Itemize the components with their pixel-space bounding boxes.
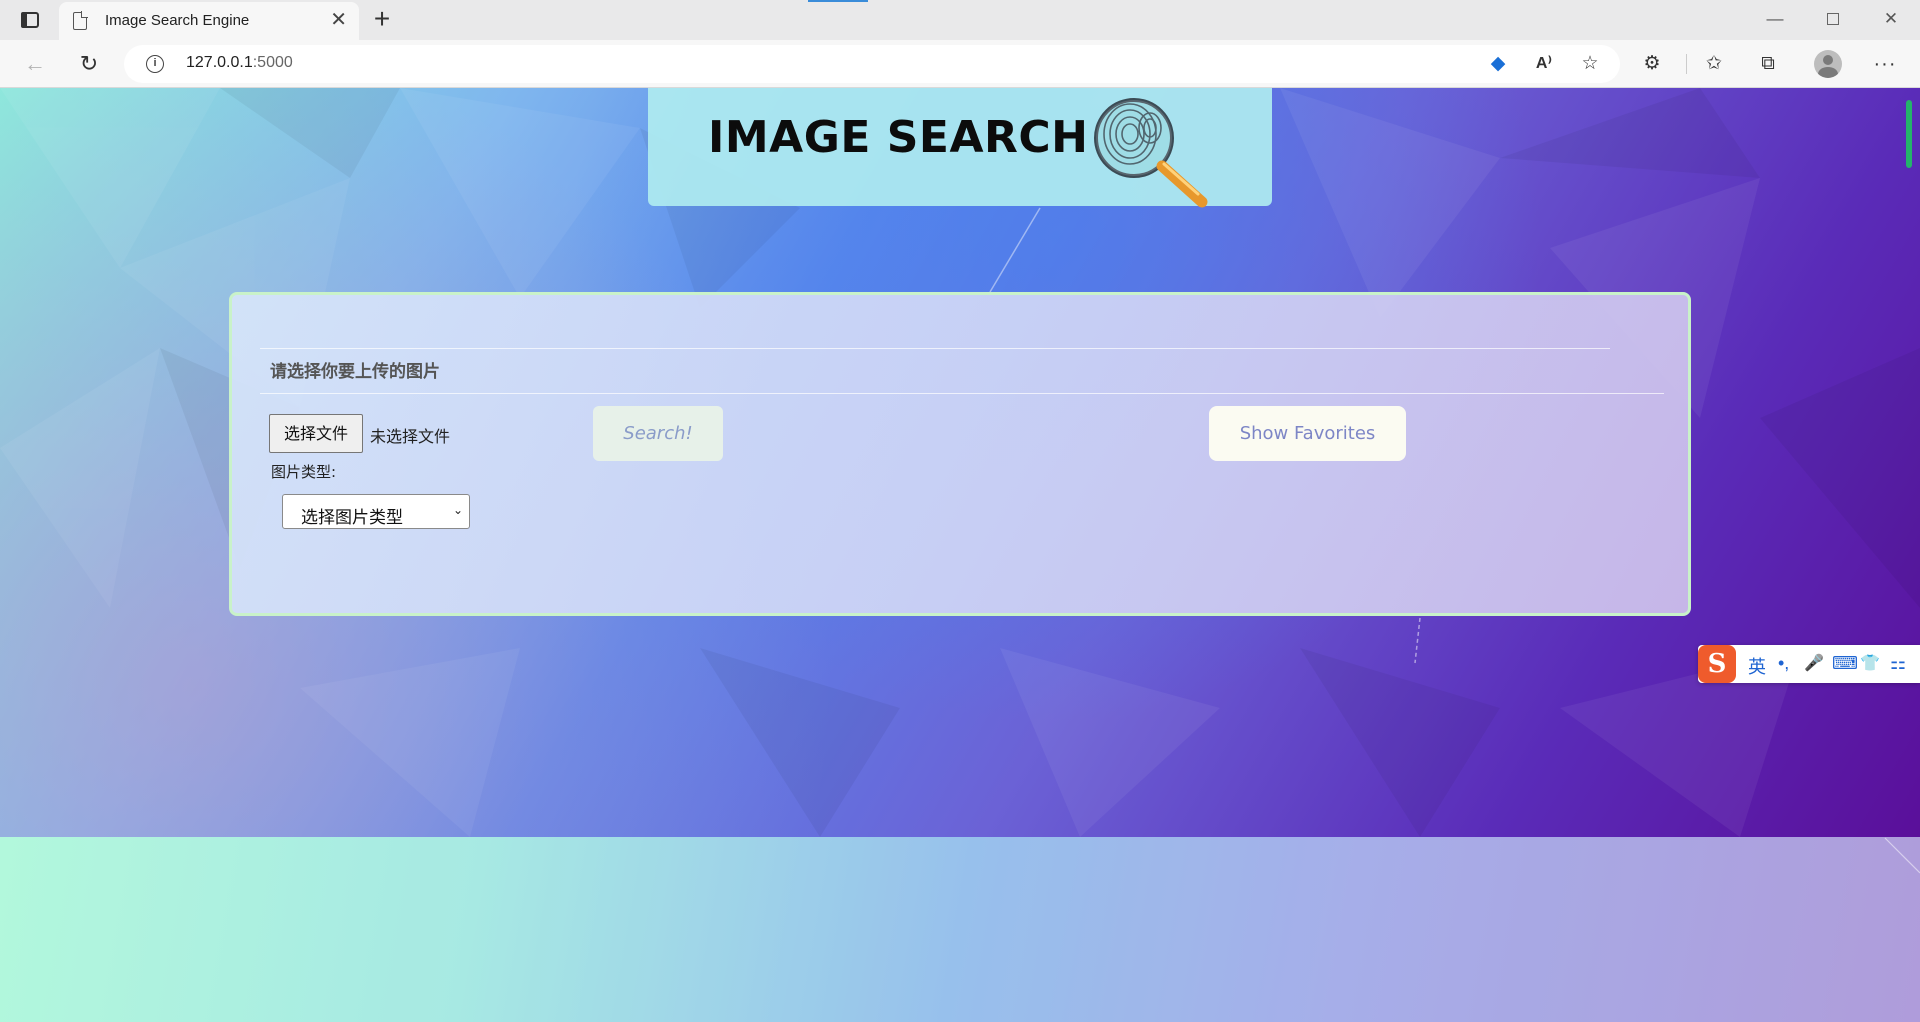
page-icon <box>73 11 88 30</box>
search-button[interactable]: Search! <box>593 406 723 461</box>
ime-language-toggle[interactable]: 英 <box>1748 653 1766 679</box>
url-text[interactable]: 127.0.0.1:5000 <box>186 54 293 72</box>
reload-icon[interactable]: ↻ <box>74 49 104 79</box>
magnifier-fingerprint-icon <box>1094 98 1208 208</box>
ime-skin-icon[interactable]: 👕 <box>1860 653 1880 673</box>
browser-tab-bar: Image Search Engine ✕ + — ✕ <box>0 0 1920 40</box>
extensions-icon[interactable]: ⚙ <box>1640 52 1664 76</box>
more-menu-icon[interactable]: ··· <box>1873 52 1897 76</box>
image-type-select-value: 选择图片类型 <box>301 508 403 528</box>
file-status-text: 未选择文件 <box>370 427 451 446</box>
ime-keyboard-icon[interactable]: ⌨ <box>1832 653 1858 674</box>
panel-divider-bottom <box>260 393 1664 394</box>
tab-close-icon[interactable]: ✕ <box>330 10 347 30</box>
read-aloud-icon[interactable]: A⁾ <box>1532 52 1556 76</box>
add-favorite-icon[interactable]: ☆ <box>1578 52 1602 76</box>
minimize-button[interactable]: — <box>1757 6 1793 32</box>
image-type-select[interactable]: 选择图片类型 ⌄ <box>282 494 470 529</box>
header-banner: IMAGE SEARCH <box>648 88 1272 208</box>
page-scrollbar[interactable] <box>1906 100 1912 168</box>
tab-actions-icon[interactable] <box>18 9 42 31</box>
ime-punctuation-icon[interactable]: •, <box>1778 653 1789 674</box>
restore-button[interactable] <box>1815 6 1851 32</box>
address-bar[interactable]: i 127.0.0.1:5000 ◆ A⁾ ☆ <box>124 45 1620 83</box>
site-info-icon[interactable]: i <box>146 55 164 73</box>
browser-toolbar: ← ↻ i 127.0.0.1:5000 ◆ A⁾ ☆ ⚙ ✩ ⧉ ··· <box>0 40 1920 88</box>
shopping-tag-icon[interactable]: ◆ <box>1486 52 1510 76</box>
close-window-button[interactable]: ✕ <box>1873 6 1909 32</box>
ime-apps-icon[interactable]: ⚏ <box>1890 653 1906 674</box>
image-type-label: 图片类型: <box>271 463 337 481</box>
choose-file-button[interactable]: 选择文件 <box>269 414 363 453</box>
upload-form-panel: 请选择你要上传的图片 选择文件 未选择文件 图片类型: 选择图片类型 ⌄ Sea… <box>229 292 1691 616</box>
page-title: IMAGE SEARCH <box>708 112 1089 163</box>
favorites-icon[interactable]: ✩ <box>1702 52 1726 76</box>
collections-icon[interactable]: ⧉ <box>1756 52 1780 76</box>
tab-image-search-engine[interactable]: Image Search Engine ✕ <box>59 2 359 40</box>
show-favorites-button[interactable]: Show Favorites <box>1209 406 1406 461</box>
sogou-logo-icon[interactable]: S <box>1698 645 1736 683</box>
profile-avatar-icon[interactable] <box>1814 50 1842 78</box>
tab-strip-accent <box>808 0 868 2</box>
ime-microphone-icon[interactable]: 🎤 <box>1804 653 1824 673</box>
panel-divider-top <box>260 348 1610 349</box>
back-arrow-icon[interactable]: ← <box>20 49 50 79</box>
upload-label: 请选择你要上传的图片 <box>270 362 440 382</box>
new-tab-button[interactable]: + <box>368 4 396 34</box>
tab-title: Image Search Engine <box>105 12 250 29</box>
page-viewport: IMAGE SEARCH 请选择你要上传的图片 选择文件 未选择文件 图片类型:… <box>0 88 1920 1022</box>
ime-toolbar: S 英 •, 🎤 ⌨ 👕 ⚏ <box>1698 645 1920 683</box>
chevron-down-icon: ⌄ <box>452 503 463 517</box>
toolbar-divider <box>1686 54 1687 74</box>
